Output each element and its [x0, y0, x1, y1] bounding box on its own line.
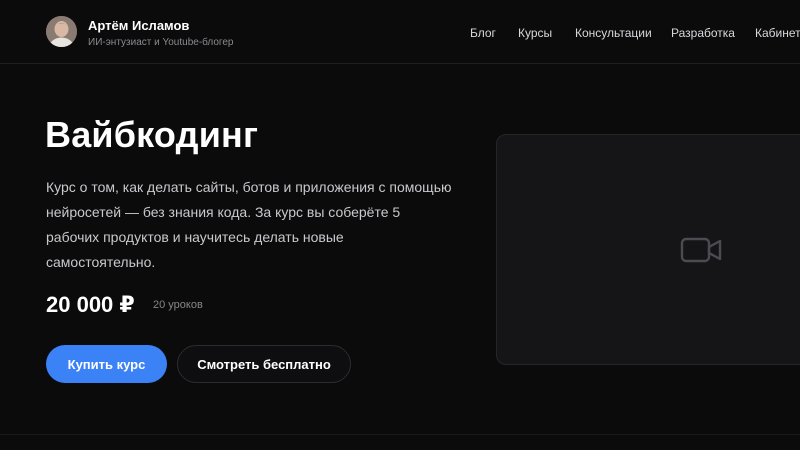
page-title: Вайбкодинг — [45, 114, 259, 155]
avatar[interactable] — [46, 16, 77, 47]
buy-course-button[interactable]: Купить курс — [46, 345, 167, 383]
video-camera-icon[interactable] — [680, 235, 724, 265]
watch-free-button[interactable]: Смотреть бесплатно — [177, 345, 351, 383]
video-player[interactable] — [496, 134, 800, 365]
nav-blog[interactable]: Блог — [470, 26, 496, 40]
author-name[interactable]: Артём Исламов — [88, 18, 189, 33]
description-line: рабочих продуктов и научитесь делать нов… — [46, 229, 344, 245]
course-description: Курс о том, как делать сайты, ботов и пр… — [46, 175, 476, 275]
nav-consultations[interactable]: Консультации — [575, 26, 652, 40]
avatar-photo-icon — [46, 16, 77, 47]
course-price: 20 000 ₽ — [46, 292, 135, 317]
nav-courses[interactable]: Курсы — [518, 26, 552, 40]
author-subtitle: ИИ-энтузиаст и Youtube-блогер — [88, 37, 234, 48]
description-line: Курс о том, как делать сайты, ботов и пр… — [46, 179, 452, 195]
nav-cabinet[interactable]: Кабинет — [755, 26, 800, 40]
section-divider — [0, 434, 800, 435]
nav-development[interactable]: Разработка — [671, 26, 735, 40]
description-line: самостоятельно. — [46, 254, 156, 270]
lessons-count: 20 уроков — [153, 299, 203, 311]
site-header: Артём Исламов ИИ-энтузиаст и Youtube-бло… — [0, 0, 800, 64]
description-line: нейросетей — без знания кода. За курс вы… — [46, 204, 401, 220]
course-page: Артём Исламов ИИ-энтузиаст и Youtube-бло… — [0, 0, 800, 450]
